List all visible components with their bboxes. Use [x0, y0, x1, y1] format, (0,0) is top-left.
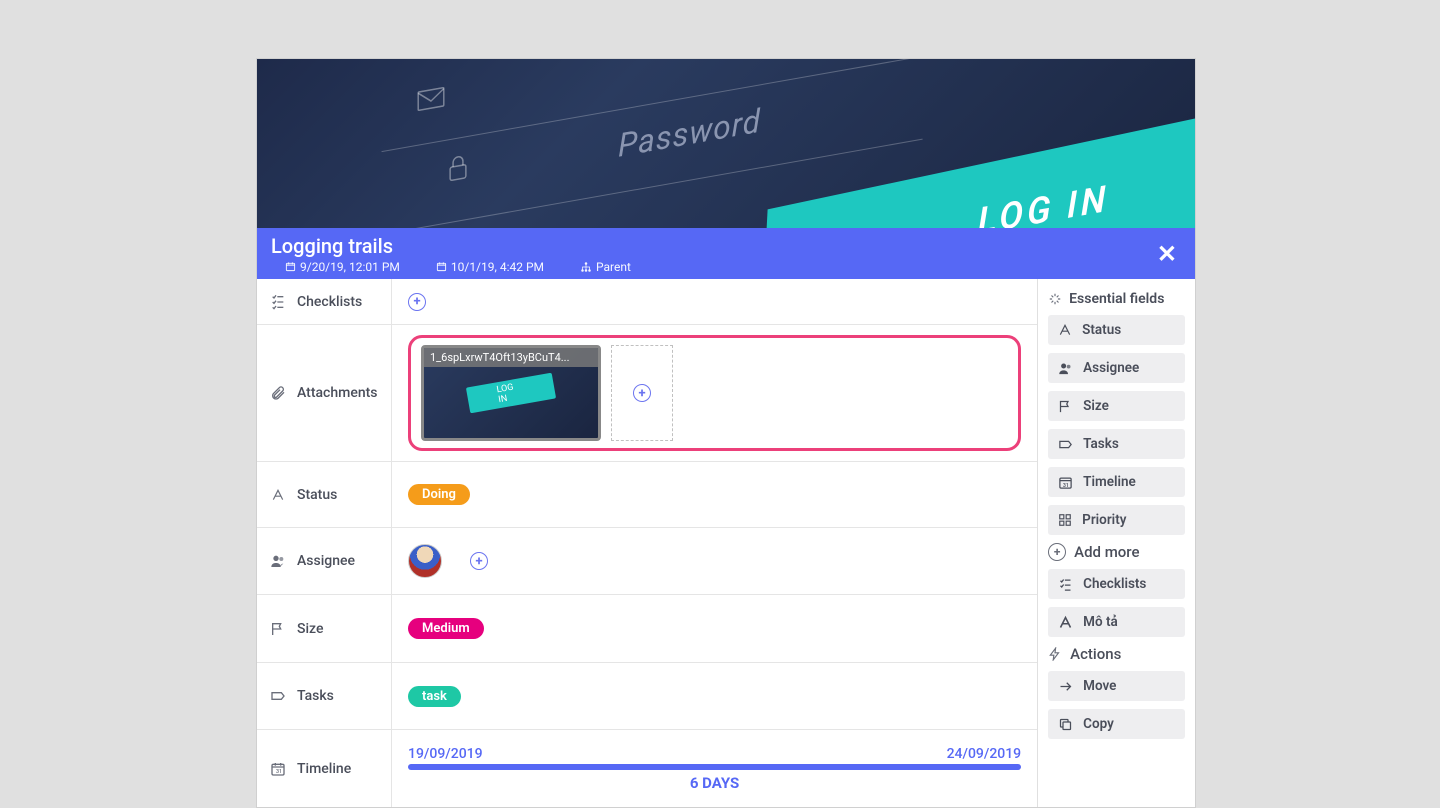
sparkle-icon: [1048, 292, 1062, 306]
status-row[interactable]: Doing: [392, 462, 1037, 528]
envelope-icon: [417, 86, 445, 111]
plus-circle-icon: [1048, 543, 1066, 561]
sidebar-item-status[interactable]: Status: [1048, 315, 1185, 345]
calendar-date-icon: 31: [1058, 475, 1073, 490]
size-badge[interactable]: Medium: [408, 618, 484, 639]
checklist-icon: [1058, 577, 1073, 592]
close-button[interactable]: ✕: [1157, 240, 1177, 268]
sidebar-item-checklists[interactable]: Checklists: [1048, 569, 1185, 599]
sidebar-item-priority[interactable]: Priority: [1048, 505, 1185, 535]
sidebar-item-tasks[interactable]: Tasks: [1048, 429, 1185, 459]
calendar-icon: [285, 261, 296, 272]
section-label-attachments: Attachments: [257, 325, 391, 462]
timeline-progress-bar[interactable]: [408, 764, 1021, 770]
parent-link[interactable]: Parent: [580, 260, 631, 274]
timeline-end-date[interactable]: 24/09/2019: [947, 746, 1022, 762]
attachments-row: 1_6spLxrwT4Oft13yBCuT4... LOG IN: [392, 325, 1037, 462]
flag-icon: [1058, 399, 1073, 414]
sidebar-item-timeline[interactable]: 31 Timeline: [1048, 467, 1185, 497]
section-label-assignee: Assignee: [257, 528, 391, 595]
copy-icon: [1058, 717, 1073, 732]
flag-icon: [269, 621, 287, 637]
attachments-highlighted-area: 1_6spLxrwT4Oft13yBCuT4... LOG IN: [408, 335, 1021, 451]
sidebar-action-move[interactable]: Move: [1048, 671, 1185, 701]
lock-icon: [447, 152, 469, 184]
section-label-checklists: Checklists: [257, 279, 391, 325]
attachment-thumbnail[interactable]: 1_6spLxrwT4Oft13yBCuT4... LOG IN: [421, 345, 601, 441]
attachment-filename: 1_6spLxrwT4Oft13yBCuT4...: [424, 348, 598, 367]
sidebar-action-copy[interactable]: Copy: [1048, 709, 1185, 739]
arrow-right-icon: [1058, 679, 1073, 694]
task-detail-modal: Password LOG IN Logging trails 9/20/19, …: [256, 58, 1196, 808]
sidebar-item-assignee[interactable]: Assignee: [1048, 353, 1185, 383]
hierarchy-icon: [580, 261, 592, 273]
section-label-tasks: Tasks: [257, 663, 391, 730]
tag-icon: [269, 688, 287, 704]
calendar-date-icon: 31: [269, 761, 287, 777]
grid-icon: [1058, 513, 1072, 527]
task-header: Logging trails 9/20/19, 12:01 PM 10/1/19…: [257, 228, 1195, 279]
essential-fields-heading: Essential fields: [1048, 291, 1185, 307]
checklist-icon: [269, 294, 287, 310]
actions-heading: Actions: [1048, 645, 1185, 663]
section-label-size: Size: [257, 595, 391, 663]
calendar-icon: [436, 261, 447, 272]
task-title[interactable]: Logging trails: [271, 234, 631, 258]
cover-image[interactable]: Password LOG IN: [257, 59, 1195, 228]
cover-password-label: Password: [618, 101, 761, 165]
status-badge[interactable]: Doing: [408, 484, 470, 505]
sidebar-item-size[interactable]: Size: [1048, 391, 1185, 421]
tasks-row[interactable]: task: [392, 663, 1037, 730]
section-label-status: Status: [257, 462, 391, 528]
text-a-icon: [1058, 615, 1073, 630]
section-label-timeline: 31 Timeline: [257, 730, 391, 807]
people-icon: [269, 553, 287, 569]
tasks-badge[interactable]: task: [408, 686, 461, 707]
lightning-icon: [1048, 647, 1062, 661]
timeline-duration: 6 DAYS: [408, 774, 1021, 792]
svg-text:31: 31: [1063, 482, 1069, 488]
plus-icon: [633, 384, 651, 402]
sidebar: Essential fields Status Assignee Size Ta…: [1038, 279, 1195, 807]
sidebar-item-mota[interactable]: Mô tả: [1048, 607, 1185, 637]
timeline-row[interactable]: 19/09/2019 24/09/2019 6 DAYS: [392, 730, 1037, 807]
text-a-icon: [269, 488, 287, 502]
paperclip-icon: [269, 385, 287, 401]
people-icon: [1058, 361, 1073, 376]
text-a-icon: [1058, 323, 1072, 337]
add-attachment-button[interactable]: [611, 345, 673, 441]
add-more-heading: Add more: [1048, 543, 1185, 561]
svg-text:31: 31: [276, 769, 282, 775]
add-assignee-button[interactable]: [470, 552, 488, 570]
tag-icon: [1058, 437, 1073, 452]
assignee-avatar[interactable]: [408, 544, 442, 578]
created-date[interactable]: 9/20/19, 12:01 PM: [285, 260, 400, 274]
timeline-start-date[interactable]: 19/09/2019: [408, 746, 483, 762]
due-date[interactable]: 10/1/19, 4:42 PM: [436, 260, 544, 274]
size-row[interactable]: Medium: [392, 595, 1037, 663]
add-checklist-button[interactable]: [408, 293, 426, 311]
checklists-row: [392, 279, 1037, 325]
assignee-row: [392, 528, 1037, 595]
